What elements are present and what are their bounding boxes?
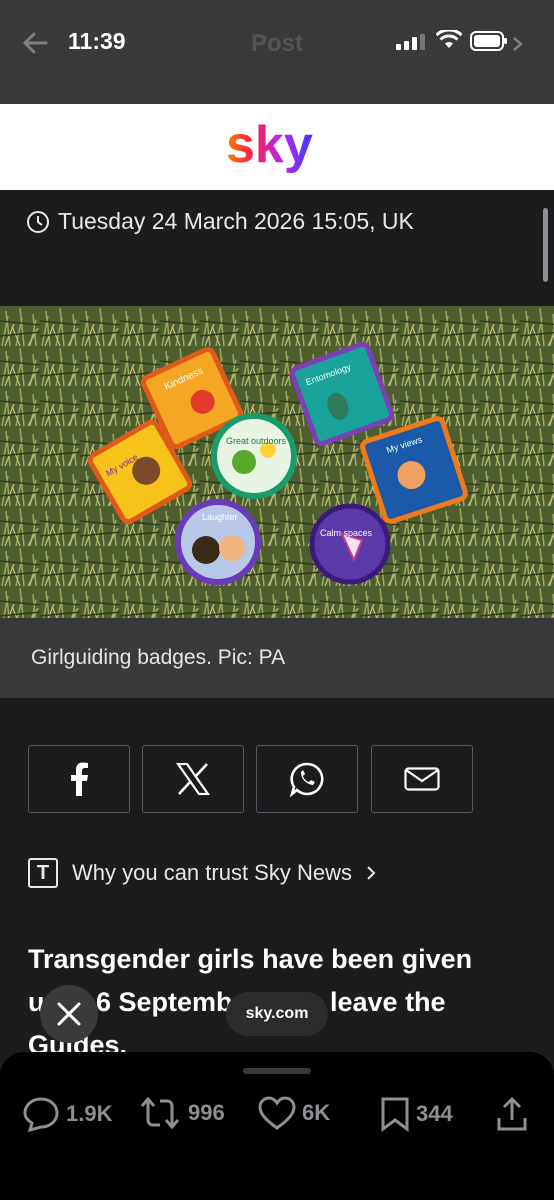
trust-link[interactable]: T Why you can trust Sky News — [28, 858, 376, 888]
photo-caption: Girlguiding badges. Pic: PA — [31, 646, 286, 669]
chevron-right-icon — [513, 37, 523, 51]
share-button[interactable] — [496, 1096, 528, 1132]
share-facebook-button[interactable] — [28, 745, 130, 813]
badge-calm-spaces-label: Calm spaces — [320, 528, 373, 538]
share-icon — [497, 1096, 527, 1131]
clock-icon — [27, 210, 49, 233]
reply-icon — [23, 1097, 59, 1132]
repost-button[interactable]: 996 — [138, 1096, 225, 1130]
close-button[interactable] — [40, 985, 98, 1043]
date-text: Tuesday 24 March 2026 15:05, UK — [58, 208, 414, 234]
badge-calm-spaces: Calm spaces — [309, 503, 391, 585]
like-button[interactable]: 6K — [258, 1096, 330, 1130]
signal-icon — [396, 34, 425, 50]
sheet-grabber[interactable] — [243, 1068, 311, 1074]
badge-laughter: Laughter — [175, 499, 261, 585]
article-date: Tuesday 24 March 2026 15:05, UK — [26, 208, 414, 235]
sky-logo: sky — [226, 118, 313, 174]
share-whatsapp-button[interactable] — [256, 745, 358, 813]
whatsapp-icon — [289, 762, 324, 797]
close-icon — [57, 1002, 81, 1026]
x-icon — [176, 763, 210, 795]
like-count: 6K — [302, 1100, 331, 1125]
headline-line-1: Transgender girls have been given — [28, 944, 473, 974]
email-icon — [404, 767, 440, 791]
repost-icon — [140, 1096, 180, 1130]
share-x-button[interactable] — [142, 745, 244, 813]
bookmark-icon — [381, 1097, 409, 1132]
scrollbar[interactable] — [543, 208, 548, 282]
chevron-right-icon — [367, 866, 376, 880]
trust-t-icon: T — [28, 858, 58, 888]
battery-icon — [470, 31, 507, 51]
sky-logo-text: sky — [226, 118, 313, 174]
status-time: 11:39 — [68, 28, 126, 54]
trust-label: Why you can trust Sky News — [72, 860, 352, 885]
badge-great-outdoors-label: Great outdoors — [226, 436, 287, 446]
facebook-icon — [71, 762, 88, 796]
badge-great-outdoors: Great outdoors — [211, 413, 297, 499]
article-photo[interactable]: Kindness Entomology My voice Great outdo… — [0, 306, 554, 618]
repost-count: 996 — [188, 1100, 225, 1125]
heart-icon — [258, 1096, 296, 1130]
wifi-icon — [436, 30, 462, 48]
source-link-pill[interactable]: sky.com — [226, 992, 328, 1036]
bookmark-count: 344 — [416, 1101, 453, 1126]
badge-laughter-label: Laughter — [202, 512, 238, 522]
bookmark-button[interactable]: 344 — [380, 1096, 453, 1132]
reply-count: 1.9K — [66, 1101, 113, 1126]
share-email-button[interactable] — [371, 745, 473, 813]
reply-button[interactable]: 1.9K — [22, 1096, 112, 1132]
